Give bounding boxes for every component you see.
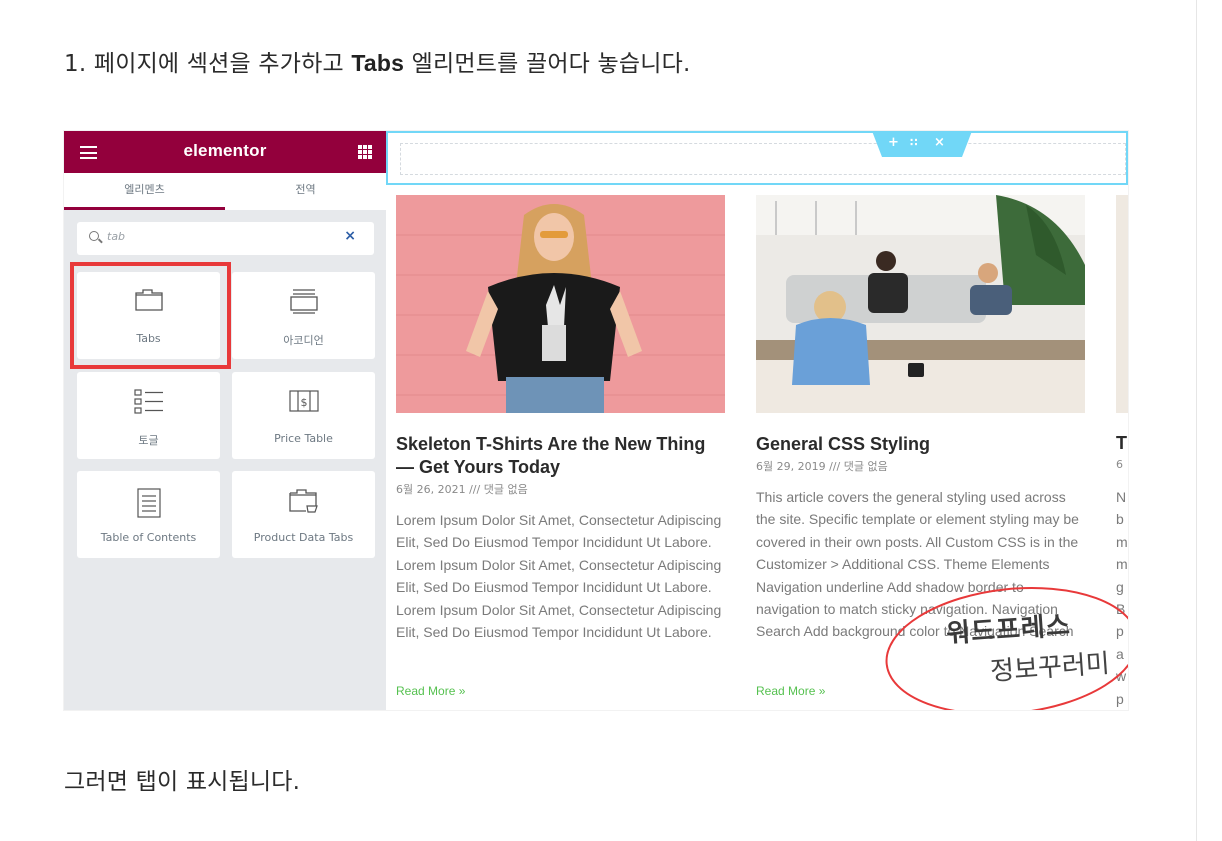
add-section-icon[interactable]: +: [888, 135, 899, 150]
post-title-3: T: [1116, 433, 1127, 453]
editor-canvas: + ∷ × Skeleton T-Shirts Are the New Thin…: [386, 131, 1128, 710]
tab-global[interactable]: 전역: [225, 173, 386, 210]
table-of-contents-icon: [136, 488, 161, 518]
post-title-2[interactable]: General CSS Styling: [756, 433, 1086, 456]
tabs-highlight-box: [70, 262, 231, 369]
accordion-icon: [289, 289, 318, 314]
widget-label: 토글: [138, 434, 159, 447]
post-excerpt-1: Lorem Ipsum Dolor Sit Amet, Consectetur …: [396, 512, 722, 641]
widget-label: Price Table: [274, 432, 333, 445]
post-meta-3: 6: [1116, 458, 1123, 471]
toggle-icon: [133, 389, 163, 414]
post-image-2: [756, 195, 1085, 413]
widget-label: Table of Contents: [100, 531, 197, 544]
widget-table-of-contents[interactable]: Table of Contents: [77, 471, 220, 558]
search-icon: [89, 231, 99, 241]
step-1-pre: 1. 페이지에 섹션을 추가하고: [64, 51, 352, 77]
widget-search-input[interactable]: tab ×: [77, 222, 374, 255]
delete-section-icon[interactable]: ×: [934, 135, 945, 150]
empty-section[interactable]: [386, 131, 1128, 185]
post-image-1: [396, 195, 725, 413]
post-meta-2: 6월 29, 2019 /// 댓글 없음: [756, 460, 888, 473]
search-query: tab: [107, 230, 126, 243]
widget-label: 아코디언: [283, 334, 324, 347]
widget-label: Product Data Tabs: [253, 531, 354, 544]
widget-product-data-tabs[interactable]: Product Data Tabs: [232, 471, 375, 558]
section-handle[interactable]: + ∷ ×: [872, 131, 972, 157]
watermark-stamp: 워드프레스 정보꾸러미: [882, 581, 1128, 710]
drag-section-icon[interactable]: ∷: [910, 136, 918, 149]
post-meta-1: 6월 26, 2021 /// 댓글 없음: [396, 483, 528, 496]
read-more-link-2[interactable]: Read More »: [756, 684, 825, 698]
svg-text:$: $: [300, 396, 307, 409]
elementor-screenshot: elementor 엘리멘츠 전역 tab × Tabs 아코디언 토글 $ P…: [64, 131, 1128, 710]
widget-toggle[interactable]: 토글: [77, 372, 220, 459]
widget-price-table[interactable]: $ Price Table: [232, 372, 375, 459]
panel-header: elementor: [64, 131, 386, 173]
page-right-border: [1196, 0, 1197, 841]
elementor-logo: elementor: [183, 141, 267, 160]
read-more-link-1[interactable]: Read More »: [396, 684, 465, 698]
clear-search-icon[interactable]: ×: [344, 228, 356, 244]
step-1-text: 1. 페이지에 섹션을 추가하고 Tabs 엘리먼트를 끌어다 놓습니다.: [64, 44, 691, 78]
result-text: 그러면 탭이 표시됩니다.: [64, 769, 301, 795]
widget-accordion[interactable]: 아코디언: [232, 272, 375, 359]
step-1-bold: Tabs: [351, 50, 405, 76]
post-title-1[interactable]: Skeleton T-Shirts Are the New Thing — Ge…: [396, 433, 726, 479]
product-data-tabs-icon: [288, 489, 318, 513]
post-image-3: [1116, 195, 1128, 413]
section-drop-area[interactable]: [400, 143, 1126, 175]
panel-tabs: 엘리멘츠 전역: [64, 173, 386, 210]
tab-elements[interactable]: 엘리멘츠: [64, 173, 225, 210]
price-table-icon: $: [288, 390, 319, 412]
widgets-grid-icon[interactable]: [358, 145, 372, 159]
step-1-post: 엘리먼트를 끌어다 놓습니다.: [404, 51, 691, 77]
elementor-panel: elementor 엘리멘츠 전역 tab × Tabs 아코디언 토글 $ P…: [64, 131, 386, 710]
